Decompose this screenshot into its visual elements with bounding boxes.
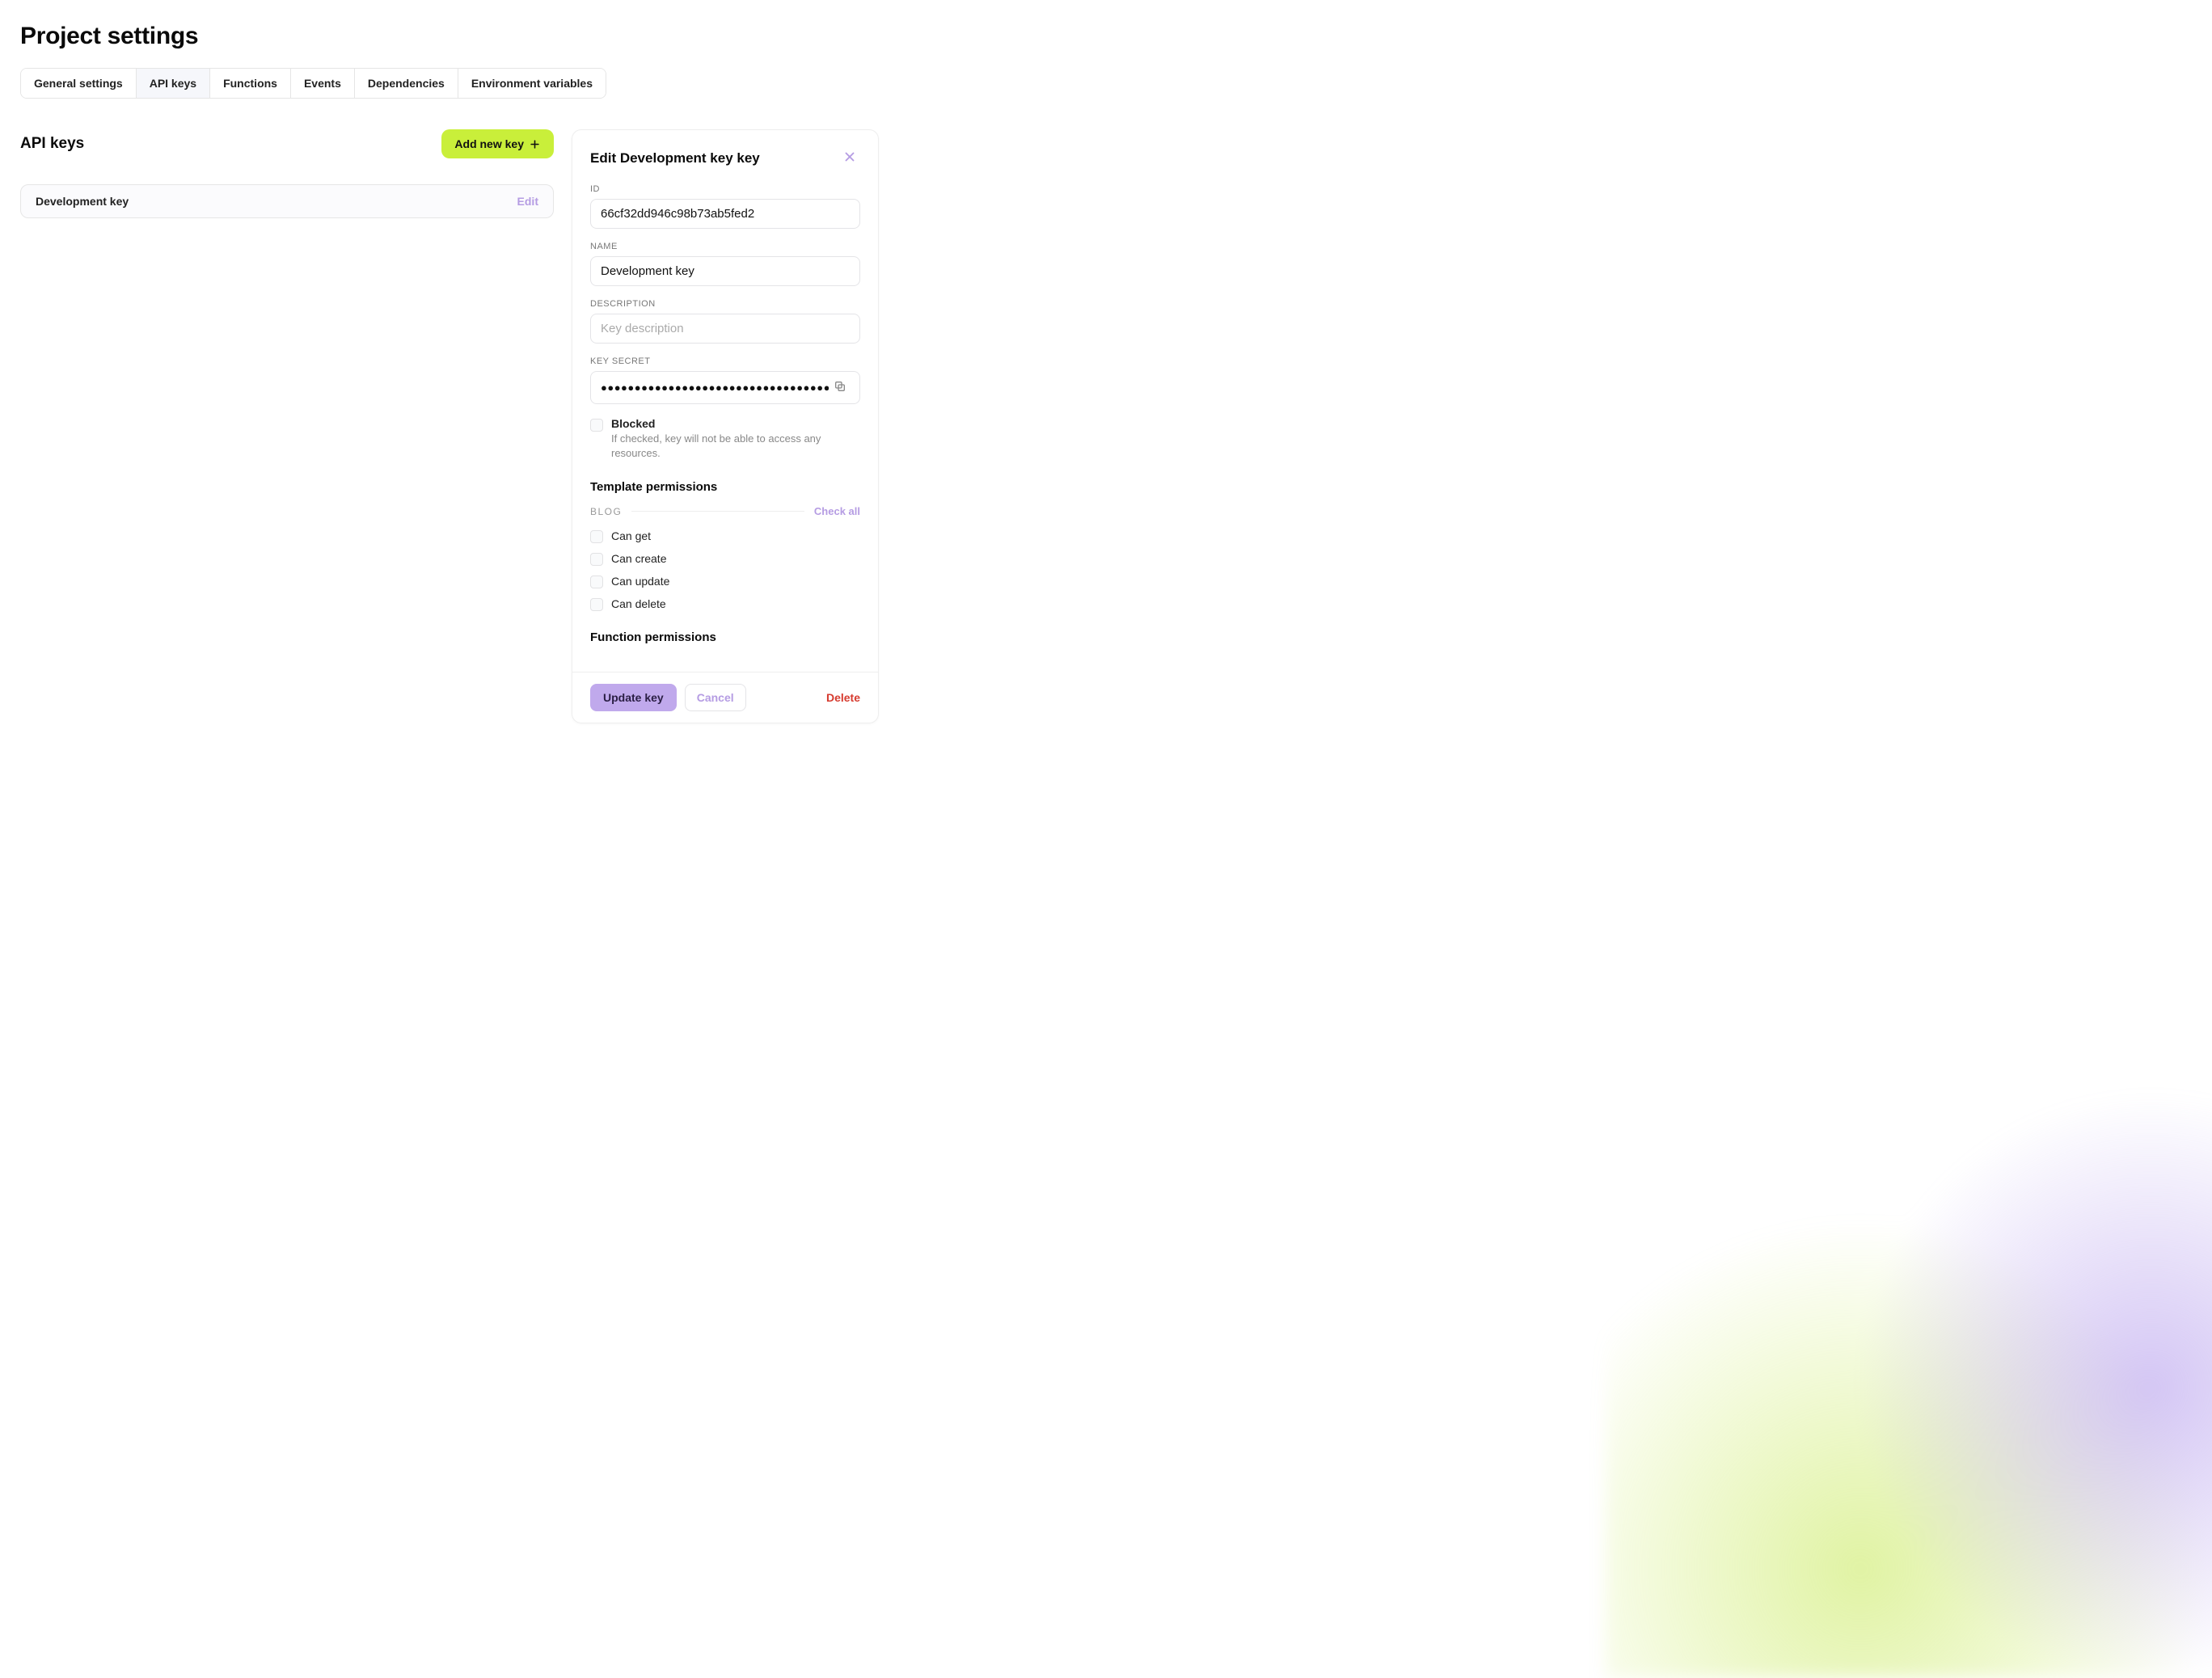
function-permissions-title: Function permissions — [590, 630, 860, 644]
template-permissions-title: Template permissions — [590, 480, 860, 494]
tab-functions[interactable]: Functions — [210, 69, 291, 98]
blocked-label: Blocked — [611, 417, 860, 430]
page-title: Project settings — [20, 23, 2192, 50]
tab-environment-variables[interactable]: Environment variables — [458, 69, 606, 98]
divider — [631, 511, 804, 512]
tab-events[interactable]: Events — [291, 69, 355, 98]
add-new-key-label: Add new key — [454, 137, 524, 150]
add-new-key-button[interactable]: Add new key — [441, 129, 554, 158]
description-input[interactable] — [590, 314, 860, 344]
perm-can-delete-label: Can delete — [611, 597, 666, 610]
edit-key-link[interactable]: Edit — [517, 195, 538, 208]
key-secret-masked: ●●●●●●●●●●●●●●●●●●●●●●●●●●●●●●●●●●●●●●●●… — [601, 382, 829, 394]
perm-can-create-label: Can create — [611, 552, 666, 565]
key-secret-label: KEY SECRET — [590, 356, 860, 366]
copy-icon — [834, 380, 846, 393]
name-input[interactable] — [590, 256, 860, 286]
blocked-checkbox[interactable] — [590, 419, 603, 432]
close-icon — [842, 150, 857, 164]
perm-can-get-checkbox[interactable] — [590, 530, 603, 543]
name-label: NAME — [590, 242, 860, 251]
perm-can-update-label: Can update — [611, 575, 669, 588]
edit-key-panel: Edit Development key key ID 66cf32dd946c… — [572, 129, 879, 723]
tabs-nav: General settings API keys Functions Even… — [20, 68, 606, 99]
section-title: API keys — [20, 135, 84, 153]
check-all-link[interactable]: Check all — [814, 505, 860, 517]
cancel-button[interactable]: Cancel — [685, 684, 746, 711]
id-label: ID — [590, 184, 860, 194]
close-panel-button[interactable] — [839, 146, 860, 170]
api-key-name: Development key — [36, 195, 129, 208]
api-key-row: Development key Edit — [20, 184, 554, 218]
key-secret-field: ●●●●●●●●●●●●●●●●●●●●●●●●●●●●●●●●●●●●●●●●… — [590, 371, 860, 404]
tab-general-settings[interactable]: General settings — [21, 69, 137, 98]
delete-key-button[interactable]: Delete — [826, 691, 860, 704]
panel-title: Edit Development key key — [590, 150, 760, 167]
perm-can-get-label: Can get — [611, 529, 651, 542]
plus-icon — [529, 138, 541, 150]
template-group-name: BLOG — [590, 506, 622, 517]
tab-api-keys[interactable]: API keys — [137, 69, 210, 98]
tab-dependencies[interactable]: Dependencies — [355, 69, 458, 98]
blocked-description: If checked, key will not be able to acce… — [611, 432, 860, 461]
perm-can-delete-checkbox[interactable] — [590, 598, 603, 611]
description-label: DESCRIPTION — [590, 299, 860, 309]
perm-can-update-checkbox[interactable] — [590, 575, 603, 588]
copy-secret-button[interactable] — [829, 375, 851, 400]
update-key-button[interactable]: Update key — [590, 684, 677, 711]
id-value[interactable]: 66cf32dd946c98b73ab5fed2 — [590, 199, 860, 229]
perm-can-create-checkbox[interactable] — [590, 553, 603, 566]
